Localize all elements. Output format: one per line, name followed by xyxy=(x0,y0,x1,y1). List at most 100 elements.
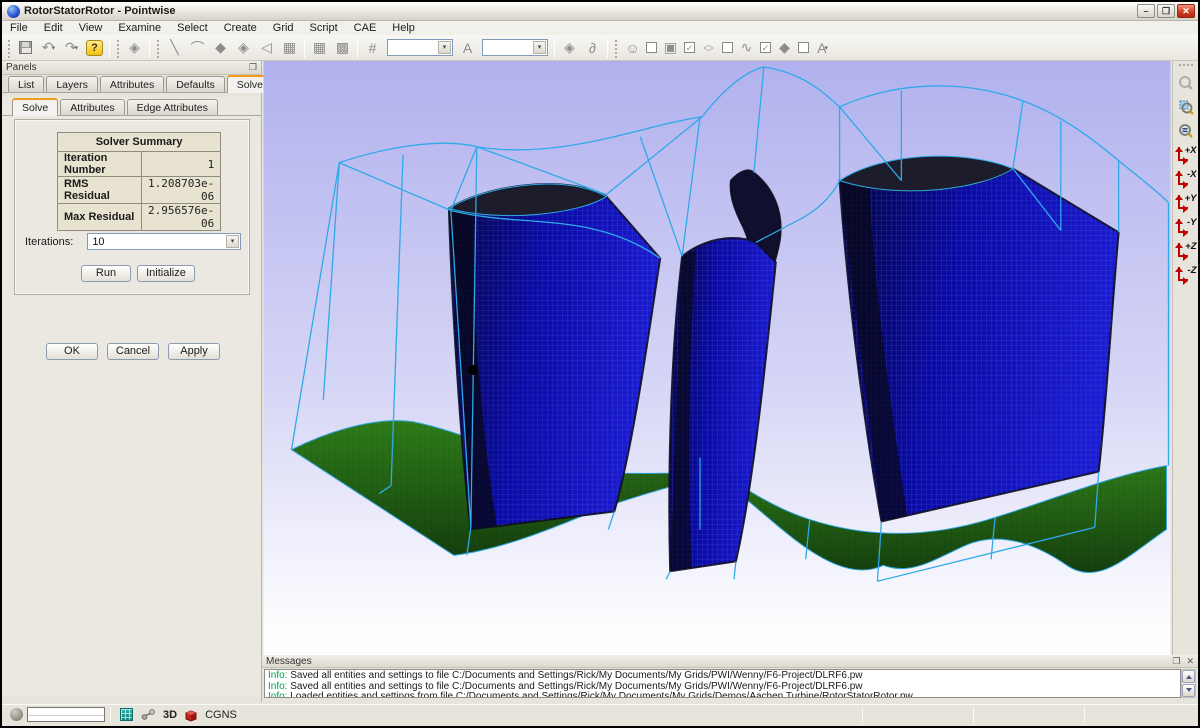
block-display-checkbox[interactable]: ✓ xyxy=(684,42,695,53)
save-icon[interactable] xyxy=(14,37,37,59)
zoom-box-icon[interactable] xyxy=(1175,96,1197,118)
tab-defaults[interactable]: Defaults xyxy=(166,76,225,92)
messages-title: Messages xyxy=(266,656,312,667)
main-toolbar: ↶▾ ↷▾ ? ◈ ╲ ⌒ ◆ ◈ ◁ ▦ ▦ ▩ # ▾ A ▾ ◈ ∂ ☺ … xyxy=(2,35,1198,61)
connector-display-icon[interactable]: ∿ xyxy=(735,37,758,59)
combo-arrow-icon[interactable]: ▾ xyxy=(438,41,451,54)
dimension-count-icon[interactable]: # xyxy=(361,37,384,59)
subtab-edge-attributes[interactable]: Edge Attributes xyxy=(127,99,218,115)
messages-float-icon[interactable]: ❐ xyxy=(1172,656,1180,667)
status-bar: 3D CGNS xyxy=(2,704,1198,724)
restore-button[interactable]: ❐ xyxy=(1157,4,1175,18)
redo-icon[interactable]: ↷▾ xyxy=(60,37,83,59)
view-minus-x-button[interactable]: -X xyxy=(1175,168,1197,191)
project-icon[interactable]: ◈ xyxy=(558,37,581,59)
ok-button[interactable]: OK xyxy=(46,343,98,360)
derivative-icon[interactable]: ∂ xyxy=(581,37,604,59)
view-minus-y-button[interactable]: -Y xyxy=(1175,216,1197,239)
view-plus-x-button[interactable]: +X xyxy=(1175,144,1197,167)
selected-point xyxy=(468,365,478,375)
view-toolbar: +X -X +Y -Y +Z -Z xyxy=(1172,61,1198,702)
combo-arrow-icon[interactable]: ▾ xyxy=(226,235,239,248)
cae-solver-label: CGNS xyxy=(205,709,237,721)
spin-tool-icon[interactable]: ◈ xyxy=(123,37,146,59)
zoom-reset-icon[interactable] xyxy=(1175,120,1197,142)
database-display-icon[interactable]: ◆ xyxy=(773,37,796,59)
two-point-curve-icon[interactable]: ╲ xyxy=(163,37,186,59)
mask-icon[interactable]: ☺ xyxy=(621,37,644,59)
messages-scrollbar[interactable] xyxy=(1181,669,1196,698)
menu-examine[interactable]: Examine xyxy=(110,21,169,35)
menu-script[interactable]: Script xyxy=(302,21,346,35)
table-row: Max Residual 2.956576e-06 xyxy=(58,204,221,231)
menu-edit[interactable]: Edit xyxy=(36,21,71,35)
panels-title: Panels xyxy=(6,62,37,73)
mesh-scene xyxy=(262,61,1172,655)
view-plus-y-button[interactable]: +Y xyxy=(1175,192,1197,215)
tab-attributes[interactable]: Attributes xyxy=(100,76,164,92)
solver-summary-title: Solver Summary xyxy=(58,133,221,152)
run-button[interactable]: Run xyxy=(81,265,131,282)
view-plus-z-button[interactable]: +Z xyxy=(1175,240,1197,263)
spacing-icon[interactable]: A xyxy=(456,37,479,59)
iterations-combo[interactable]: 10 ▾ xyxy=(87,233,241,250)
scroll-down-icon[interactable] xyxy=(1182,684,1195,697)
surface-icon[interactable]: ◆ xyxy=(209,37,232,59)
initialize-button[interactable]: Initialize xyxy=(137,265,195,282)
solver-summary-table: Solver Summary Iteration Number 1 RMS Re… xyxy=(57,132,221,231)
annotation-icon[interactable]: A▾ xyxy=(811,37,834,59)
scroll-up-icon[interactable] xyxy=(1182,670,1195,683)
menu-select[interactable]: Select xyxy=(169,21,216,35)
undo-icon[interactable]: ↶▾ xyxy=(37,37,60,59)
connector-display-checkbox[interactable]: ✓ xyxy=(760,42,771,53)
tab-layers[interactable]: Layers xyxy=(46,76,98,92)
menu-file[interactable]: File xyxy=(2,21,36,35)
grid-entity-icon xyxy=(120,708,133,721)
status-led-icon xyxy=(10,708,23,721)
log-line: Info: Loaded entities and settings from … xyxy=(268,692,1180,698)
minimize-button[interactable]: – xyxy=(1137,4,1155,18)
toolbar-grip[interactable] xyxy=(613,38,618,58)
toolbar-grip[interactable] xyxy=(6,38,11,58)
panels-tab-bar: List Layers Attributes Defaults Solve xyxy=(2,75,261,93)
cae-cube-icon xyxy=(184,708,198,722)
help-icon[interactable]: ? xyxy=(83,37,106,59)
subtab-attributes[interactable]: Attributes xyxy=(60,99,124,115)
panels-title-bar: Panels ❐ xyxy=(2,61,261,75)
toolbar-grip[interactable] xyxy=(155,38,160,58)
close-button[interactable]: ✕ xyxy=(1177,4,1195,18)
messages-close-icon[interactable]: ✕ xyxy=(1186,656,1194,667)
cancel-button[interactable]: Cancel xyxy=(107,343,159,360)
block-display-icon[interactable]: ▣ xyxy=(659,37,682,59)
solve-groupbox: Solver Summary Iteration Number 1 RMS Re… xyxy=(14,119,250,295)
trim-surface-icon[interactable]: ◁ xyxy=(255,37,278,59)
domain-display-checkbox[interactable] xyxy=(722,42,733,53)
unstructured-grid-icon[interactable]: ▩ xyxy=(331,37,354,59)
menu-view[interactable]: View xyxy=(71,21,111,35)
panels-float-icon[interactable]: ❐ xyxy=(249,62,257,73)
menu-grid[interactable]: Grid xyxy=(265,21,302,35)
meshed-surface-icon[interactable]: ◈ xyxy=(232,37,255,59)
block-icon[interactable]: ▦ xyxy=(278,37,301,59)
apply-button[interactable]: Apply xyxy=(168,343,220,360)
toolbar-grip[interactable] xyxy=(1178,63,1194,68)
tab-list[interactable]: List xyxy=(8,76,44,92)
combo-arrow-icon[interactable]: ▾ xyxy=(533,41,546,54)
3d-viewport[interactable] xyxy=(262,61,1172,655)
toolbar-grip[interactable] xyxy=(115,38,120,58)
zoom-icon[interactable] xyxy=(1175,72,1197,94)
spacing-combo[interactable]: ▾ xyxy=(482,39,548,56)
view-minus-z-button[interactable]: -Z xyxy=(1175,264,1197,287)
menu-help[interactable]: Help xyxy=(384,21,423,35)
dimension-count-combo[interactable]: ▾ xyxy=(387,39,453,56)
mask-checkbox[interactable] xyxy=(646,42,657,53)
messages-log[interactable]: Info: Saved all entities and settings to… xyxy=(264,669,1181,698)
menu-create[interactable]: Create xyxy=(216,21,265,35)
structured-grid-icon[interactable]: ▦ xyxy=(308,37,331,59)
table-row: RMS Residual 1.208703e-06 xyxy=(58,177,221,204)
draw-curve-icon[interactable]: ⌒ xyxy=(186,37,209,59)
menu-cae[interactable]: CAE xyxy=(346,21,385,35)
database-display-checkbox[interactable] xyxy=(798,42,809,53)
subtab-solve[interactable]: Solve xyxy=(12,98,58,116)
domain-display-icon[interactable]: ◇ xyxy=(697,37,720,59)
